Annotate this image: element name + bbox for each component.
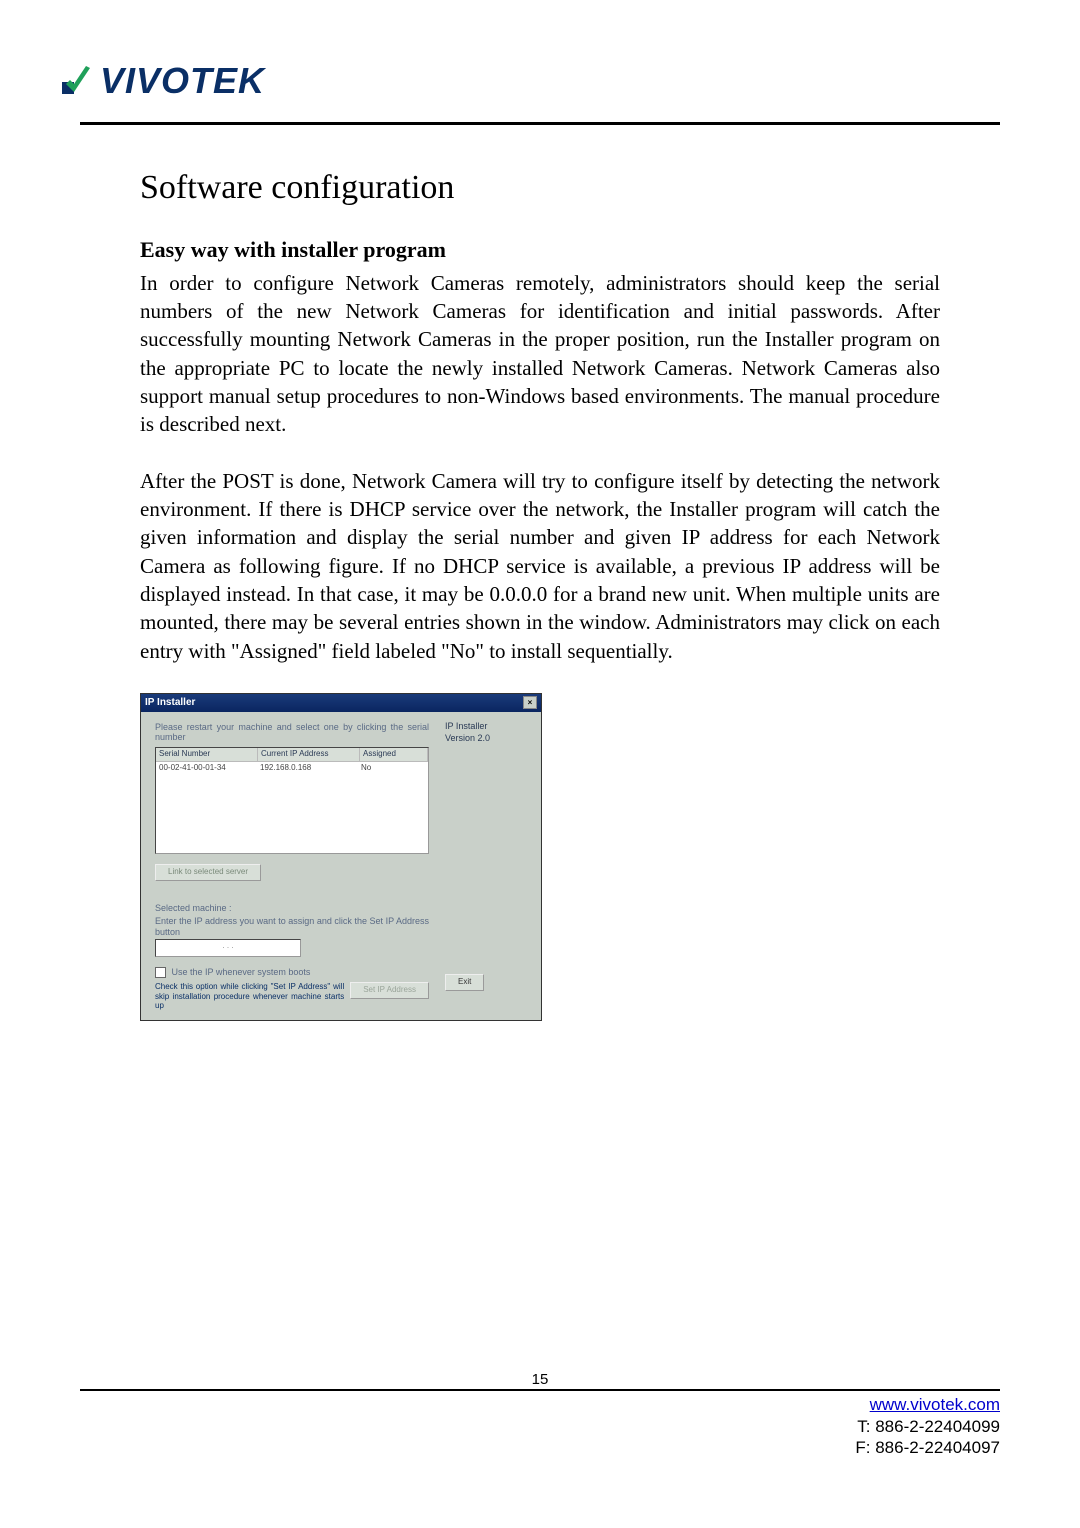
- reset-checkbox-label: Use the IP whenever system boots: [172, 967, 311, 977]
- ip-address-input[interactable]: . . .: [155, 939, 301, 957]
- ip-installer-dialog: IP Installer × Please restart your machi…: [140, 693, 542, 1021]
- page-title: Software configuration: [140, 165, 940, 211]
- page-footer: 15 www.vivotek.com T: 886-2-22404099 F: …: [80, 1389, 1000, 1458]
- machine-list[interactable]: Serial Number Current IP Address Assigne…: [155, 747, 429, 854]
- cell-serial: 00-02-41-00-01-34: [156, 762, 257, 775]
- reset-note: Check this option while clicking "Set IP…: [155, 982, 344, 1010]
- paragraph-1: In order to configure Network Cameras re…: [140, 269, 940, 439]
- dialog-title: IP Installer: [145, 696, 195, 710]
- logo-check-icon: [60, 64, 94, 98]
- checkbox-icon[interactable]: [155, 967, 166, 978]
- logo-text: VIVOTEK: [100, 60, 265, 102]
- version-label: Version 2.0: [445, 732, 535, 744]
- paragraph-2: After the POST is done, Network Camera w…: [140, 467, 940, 665]
- reset-checkbox-row[interactable]: Use the IP whenever system boots: [155, 967, 429, 978]
- dialog-titlebar: IP Installer ×: [141, 694, 541, 712]
- section-subtitle: Easy way with installer program: [140, 235, 940, 265]
- list-header: Serial Number Current IP Address Assigne…: [156, 748, 428, 762]
- list-row[interactable]: 00-02-41-00-01-34 192.168.0.168 No: [156, 762, 428, 775]
- col-assigned: Assigned: [360, 748, 428, 761]
- cell-ip: 192.168.0.168: [257, 762, 358, 775]
- footer-tel: T: 886-2-22404099: [857, 1417, 1000, 1436]
- vivotek-logo: VIVOTEK: [60, 60, 1000, 102]
- app-name-label: IP Installer: [445, 720, 535, 732]
- page-number: 15: [80, 1371, 1000, 1388]
- col-serial: Serial Number: [156, 748, 258, 761]
- link-to-server-button[interactable]: Link to selected server: [155, 864, 261, 881]
- footer-url[interactable]: www.vivotek.com: [870, 1395, 1000, 1414]
- exit-button[interactable]: Exit: [445, 974, 484, 991]
- selected-machine-label: Selected machine :: [155, 903, 429, 914]
- set-ip-button[interactable]: Set IP Address: [350, 982, 429, 999]
- footer-fax: F: 886-2-22404097: [855, 1438, 1000, 1457]
- enter-ip-label: Enter the IP address you want to assign …: [155, 916, 429, 938]
- page-content: Software configuration Easy way with ins…: [80, 125, 1000, 1021]
- cell-assigned: No: [358, 762, 428, 775]
- col-ip: Current IP Address: [258, 748, 360, 761]
- dialog-instruction: Please restart your machine and select o…: [155, 722, 429, 744]
- close-icon[interactable]: ×: [523, 696, 537, 709]
